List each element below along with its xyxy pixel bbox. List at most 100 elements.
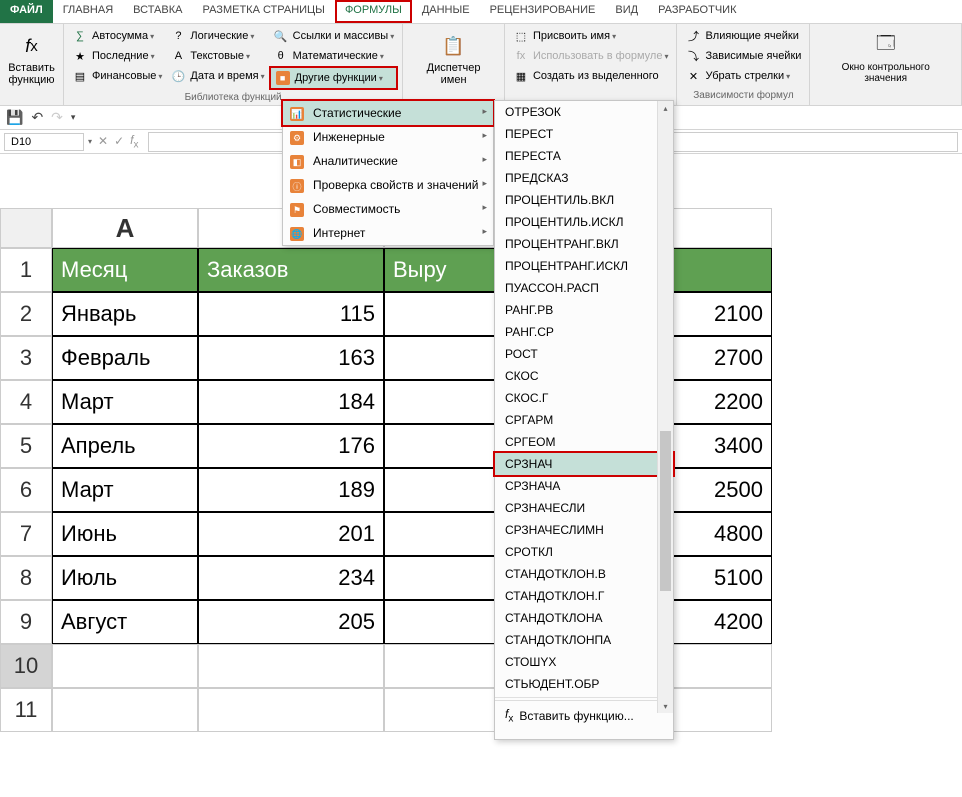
save-icon[interactable]: 💾 <box>6 109 23 126</box>
cell[interactable] <box>384 380 512 424</box>
function-item[interactable]: СРЗНАЧЕСЛИ <box>495 497 673 519</box>
cell[interactable]: Апрель <box>52 424 198 468</box>
cell[interactable]: Выру <box>384 248 512 292</box>
select-all-corner[interactable] <box>0 208 52 248</box>
scroll-thumb[interactable] <box>660 431 671 591</box>
menu-analytical[interactable]: ◧ Аналитические ▸ <box>283 149 493 173</box>
function-item[interactable]: ПРОЦЕНТИЛЬ.ВКЛ <box>495 189 673 211</box>
math-button[interactable]: θМатематические▾ <box>269 46 399 66</box>
more-functions-button[interactable]: ■Другие функции▾ <box>269 66 399 90</box>
financial-button[interactable]: ▤Финансовые▾ <box>68 66 166 86</box>
function-item[interactable]: СТОШYX <box>495 651 673 673</box>
watch-window-button[interactable]: 🗔 Окно контрольного значения <box>814 26 957 88</box>
remove-arrows-button[interactable]: ✕Убрать стрелки▾ <box>681 66 805 86</box>
cell[interactable] <box>384 644 512 688</box>
menu-statistical[interactable]: 📊 Статистические ▸ <box>283 101 493 125</box>
function-item[interactable]: ПЕРЕСТ <box>495 123 673 145</box>
function-item[interactable]: СТЬЮДЕНТ.ОБР <box>495 673 673 695</box>
function-item[interactable]: ПРЕДСКАЗ <box>495 167 673 189</box>
cell[interactable]: Июль <box>52 556 198 600</box>
row-header[interactable]: 3 <box>0 336 52 380</box>
cell[interactable]: 163 <box>198 336 384 380</box>
function-item[interactable]: ПРОЦЕНТРАНГ.ИСКЛ <box>495 255 673 277</box>
tab-formulas[interactable]: ФОРМУЛЫ <box>335 0 412 23</box>
function-item[interactable]: СРГЕОМ <box>495 431 673 453</box>
menu-engineering[interactable]: ⚙ Инженерные ▸ <box>283 125 493 149</box>
cell[interactable] <box>384 688 512 732</box>
row-header[interactable]: 4 <box>0 380 52 424</box>
name-manager-button[interactable]: 📋 Диспетчер имен <box>407 26 500 90</box>
function-item[interactable]: СРЗНАЧ <box>495 453 673 475</box>
tab-layout[interactable]: РАЗМЕТКА СТРАНИЦЫ <box>192 0 334 23</box>
use-in-formula-button[interactable]: fxИспользовать в формуле▾ <box>509 46 673 66</box>
function-item[interactable]: ПЕРЕСТА <box>495 145 673 167</box>
fx-icon[interactable]: fx <box>130 133 138 150</box>
cell[interactable]: Заказов <box>198 248 384 292</box>
tab-insert[interactable]: ВСТАВКА <box>123 0 192 23</box>
cell[interactable] <box>52 688 198 732</box>
cell[interactable]: Август <box>52 600 198 644</box>
cell[interactable]: Февраль <box>52 336 198 380</box>
cell[interactable] <box>384 292 512 336</box>
cell[interactable] <box>52 644 198 688</box>
cell[interactable] <box>384 424 512 468</box>
function-item[interactable]: ПРОЦЕНТРАНГ.ВКЛ <box>495 233 673 255</box>
row-header[interactable]: 5 <box>0 424 52 468</box>
cell[interactable]: Июнь <box>52 512 198 556</box>
function-item[interactable]: РАНГ.РВ <box>495 299 673 321</box>
function-item[interactable]: СТАНДОТКЛОН.Г <box>495 585 673 607</box>
row-header[interactable]: 1 <box>0 248 52 292</box>
scrollbar[interactable]: ▴ ▾ <box>657 101 673 713</box>
scroll-down-icon[interactable]: ▾ <box>658 699 673 713</box>
scroll-up-icon[interactable]: ▴ <box>658 101 673 115</box>
row-header[interactable]: 11 <box>0 688 52 732</box>
function-item[interactable]: СРГАРМ <box>495 409 673 431</box>
cell[interactable]: Месяц <box>52 248 198 292</box>
cell[interactable]: 184 <box>198 380 384 424</box>
create-from-selection-button[interactable]: ▦Создать из выделенного <box>509 66 673 86</box>
redo-icon[interactable]: ↷ <box>51 109 63 126</box>
cell[interactable]: 176 <box>198 424 384 468</box>
function-item[interactable]: СРЗНАЧЕСЛИМН <box>495 519 673 541</box>
cell[interactable]: 115 <box>198 292 384 336</box>
logical-button[interactable]: ?Логические▾ <box>166 26 268 46</box>
cell[interactable]: Март <box>52 468 198 512</box>
trace-dependents-button[interactable]: ⤵Зависимые ячейки <box>681 46 805 66</box>
cell[interactable] <box>198 688 384 732</box>
function-item[interactable]: СКОС <box>495 365 673 387</box>
tab-data[interactable]: ДАННЫЕ <box>412 0 480 23</box>
datetime-button[interactable]: 🕒Дата и время▾ <box>166 66 268 86</box>
row-header[interactable]: 10 <box>0 644 52 688</box>
cell[interactable] <box>198 644 384 688</box>
cell[interactable]: 205 <box>198 600 384 644</box>
name-box[interactable]: D10 <box>4 133 84 151</box>
qat-customize-icon[interactable]: ▾ <box>71 112 76 123</box>
function-item[interactable]: СТАНДОТКЛОНПА <box>495 629 673 651</box>
function-item[interactable]: СКОС.Г <box>495 387 673 409</box>
function-item[interactable]: РАНГ.СР <box>495 321 673 343</box>
function-item[interactable]: СРЗНАЧА <box>495 475 673 497</box>
menu-compat[interactable]: ⚑ Совместимость ▸ <box>283 197 493 221</box>
menu-info[interactable]: ⓘ Проверка свойств и значений ▸ <box>283 173 493 197</box>
cell[interactable]: Март <box>52 380 198 424</box>
cell[interactable] <box>384 556 512 600</box>
function-item[interactable]: СТАНДОТКЛОНА <box>495 607 673 629</box>
tab-review[interactable]: РЕЦЕНЗИРОВАНИЕ <box>480 0 606 23</box>
col-header-A[interactable]: A <box>52 208 198 248</box>
row-header[interactable]: 9 <box>0 600 52 644</box>
text-button[interactable]: AТекстовые▾ <box>166 46 268 66</box>
function-item[interactable]: ПРОЦЕНТИЛЬ.ИСКЛ <box>495 211 673 233</box>
cell[interactable]: Январь <box>52 292 198 336</box>
row-header[interactable]: 7 <box>0 512 52 556</box>
tab-view[interactable]: ВИД <box>605 0 648 23</box>
undo-icon[interactable]: ↶ <box>31 109 43 126</box>
row-header[interactable]: 2 <box>0 292 52 336</box>
cell[interactable] <box>384 336 512 380</box>
define-name-button[interactable]: ⬚Присвоить имя▾ <box>509 26 673 46</box>
autosum-button[interactable]: ∑Автосумма▾ <box>68 26 166 46</box>
recent-button[interactable]: ★Последние▾ <box>68 46 166 66</box>
function-item[interactable]: ПУАССОН.РАСП <box>495 277 673 299</box>
tab-file[interactable]: ФАЙЛ <box>0 0 53 23</box>
trace-precedents-button[interactable]: ⤴Влияющие ячейки <box>681 26 805 46</box>
menu-web[interactable]: 🌐 Интернет ▸ <box>283 221 493 245</box>
